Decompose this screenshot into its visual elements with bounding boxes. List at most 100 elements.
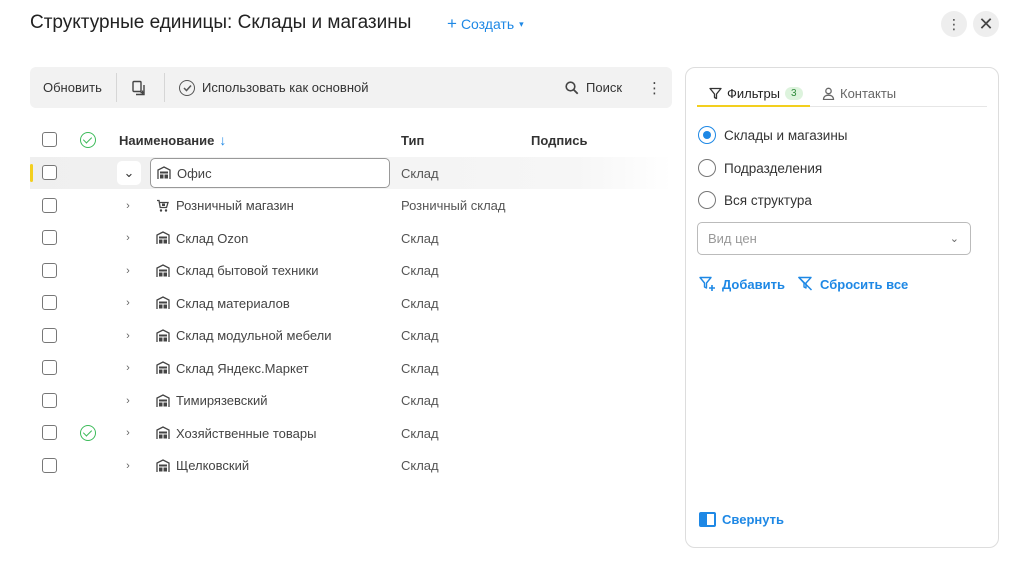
page-title: Структурные единицы: Склады и магазины bbox=[30, 12, 412, 33]
row-name: Розничный магазин bbox=[176, 198, 294, 213]
table-row[interactable]: ⌄ Офис Склад bbox=[30, 157, 672, 189]
chevron-down-icon[interactable]: ⌄ bbox=[117, 161, 141, 185]
more-options-button[interactable]: ⋮ bbox=[941, 11, 967, 37]
select-all-checkbox[interactable] bbox=[42, 132, 57, 147]
row-name-cell: Хозяйственные товары bbox=[150, 418, 390, 448]
warehouse-icon bbox=[156, 458, 170, 473]
row-type: Склад bbox=[401, 458, 439, 473]
tab-filters[interactable]: Фильтры 3 bbox=[709, 82, 803, 104]
row-name-cell: Склад модульной мебели bbox=[150, 321, 390, 351]
collapse-panel-icon bbox=[699, 512, 716, 527]
radio-label: Склады и магазины bbox=[724, 127, 848, 143]
chevron-right-icon[interactable]: › bbox=[120, 393, 136, 409]
radio-whole-structure[interactable]: Вся структура bbox=[698, 191, 812, 209]
table-row[interactable]: › Щелковский Склад bbox=[30, 450, 672, 482]
column-header-signature[interactable]: Подпись bbox=[531, 131, 587, 149]
retail-store-icon bbox=[156, 199, 170, 213]
row-checkbox[interactable] bbox=[42, 295, 57, 310]
row-name: Склад Ozon bbox=[176, 230, 249, 246]
row-checkbox[interactable] bbox=[42, 425, 57, 440]
panel-tabs: Фильтры 3 Контакты bbox=[697, 82, 987, 107]
chevron-right-icon[interactable]: › bbox=[120, 425, 136, 441]
plus-icon: + bbox=[447, 14, 457, 33]
copy-icon bbox=[132, 80, 145, 95]
row-name-cell: Склад бытовой техники bbox=[150, 256, 390, 286]
row-name-cell: Склад Ozon bbox=[150, 223, 390, 253]
table-row[interactable]: › Склад Ozon Склад bbox=[30, 222, 672, 254]
row-checkbox[interactable] bbox=[42, 197, 57, 213]
toolbar: Обновить Использовать как основной Поиск… bbox=[30, 67, 672, 108]
row-name: Хозяйственные товары bbox=[176, 425, 317, 441]
column-header-type[interactable]: Тип bbox=[401, 131, 424, 149]
search-label: Поиск bbox=[586, 80, 623, 95]
column-header-name[interactable]: Наименование ↓ bbox=[119, 131, 226, 149]
table-row[interactable]: › Склад материалов Склад bbox=[30, 287, 672, 319]
row-checkbox[interactable] bbox=[42, 327, 57, 343]
close-button[interactable]: ✕ bbox=[973, 11, 999, 37]
row-checkbox[interactable] bbox=[42, 392, 57, 408]
table-row[interactable]: › Розничный магазин Розничный склад bbox=[30, 190, 672, 222]
row-type: Склад bbox=[401, 295, 439, 311]
person-icon bbox=[822, 87, 835, 100]
price-type-select[interactable]: Вид цен ⌄ bbox=[697, 222, 971, 255]
create-button[interactable]: + Создать ▾ bbox=[447, 14, 524, 33]
row-type: Склад bbox=[401, 360, 439, 376]
collapse-panel-button[interactable]: Свернуть bbox=[699, 512, 784, 527]
copy-button[interactable] bbox=[131, 67, 147, 108]
add-filter-button[interactable]: Добавить bbox=[699, 276, 785, 292]
tab-contacts-label: Контакты bbox=[840, 85, 897, 101]
chevron-right-icon[interactable]: › bbox=[120, 198, 136, 214]
search-button[interactable]: Поиск bbox=[565, 67, 622, 108]
chevron-right-icon[interactable]: › bbox=[120, 328, 136, 344]
chevron-right-icon[interactable]: › bbox=[120, 263, 136, 279]
warehouse-icon bbox=[156, 426, 170, 440]
row-type: Склад bbox=[401, 165, 439, 181]
table-row[interactable]: › Склад бытовой техники Склад bbox=[30, 255, 672, 287]
use-as-main-button[interactable]: Использовать как основной bbox=[179, 67, 369, 108]
close-icon: ✕ bbox=[978, 13, 994, 34]
radio-label: Вся структура bbox=[724, 192, 812, 208]
filter-clear-icon bbox=[797, 276, 813, 291]
chevron-right-icon[interactable]: › bbox=[120, 458, 136, 474]
table-row[interactable]: › Тимирязевский Склад bbox=[30, 385, 672, 417]
row-checkbox[interactable] bbox=[42, 262, 57, 278]
toolbar-divider bbox=[164, 73, 165, 102]
reset-filters-button[interactable]: Сбросить все bbox=[797, 276, 908, 292]
table-row[interactable]: › Хозяйственные товары Склад bbox=[30, 417, 672, 449]
row-checkbox[interactable] bbox=[42, 360, 57, 375]
chevron-down-icon: ▾ bbox=[519, 18, 524, 29]
table-row[interactable]: › Склад Яндекс.Маркет Склад bbox=[30, 352, 672, 384]
row-name: Офис bbox=[177, 165, 212, 181]
check-circle-icon bbox=[179, 79, 195, 96]
chevron-right-icon[interactable]: › bbox=[120, 360, 136, 376]
table-row[interactable]: › Склад модульной мебели Склад bbox=[30, 320, 672, 352]
chevron-right-icon[interactable]: › bbox=[120, 295, 136, 311]
row-name-cell: Розничный магазин bbox=[150, 191, 390, 221]
sort-arrow-down-icon: ↓ bbox=[219, 132, 227, 148]
radio-button bbox=[698, 159, 716, 177]
chevron-right-icon[interactable]: › bbox=[120, 230, 136, 246]
create-label: Создать bbox=[460, 16, 515, 32]
row-checkbox[interactable] bbox=[42, 457, 57, 473]
radio-departments[interactable]: Подразделения bbox=[698, 159, 822, 177]
row-type: Склад bbox=[401, 393, 439, 408]
use-as-main-label: Использовать как основной bbox=[202, 80, 369, 95]
selected-row-marker bbox=[30, 164, 33, 182]
tab-contacts[interactable]: Контакты bbox=[822, 82, 896, 104]
radio-warehouses-stores[interactable]: Склады и магазины bbox=[698, 126, 847, 144]
radio-button bbox=[698, 191, 716, 209]
refresh-button[interactable]: Обновить bbox=[43, 67, 102, 108]
column-header-name-label: Наименование bbox=[119, 132, 215, 148]
row-name: Склад модульной мебели bbox=[176, 328, 332, 343]
warehouse-icon bbox=[156, 296, 170, 310]
row-name-cell[interactable]: Офис bbox=[150, 158, 390, 188]
row-checkbox[interactable] bbox=[42, 230, 57, 245]
row-name-cell: Склад материалов bbox=[150, 288, 390, 318]
row-type: Склад bbox=[401, 263, 439, 278]
add-filter-label: Добавить bbox=[722, 276, 785, 292]
toolbar-more-button[interactable]: ⋮ bbox=[647, 67, 662, 108]
row-checkbox[interactable] bbox=[42, 165, 57, 180]
row-name: Склад бытовой техники bbox=[176, 263, 319, 278]
row-type: Розничный склад bbox=[401, 198, 506, 213]
row-name: Склад материалов bbox=[176, 295, 290, 311]
